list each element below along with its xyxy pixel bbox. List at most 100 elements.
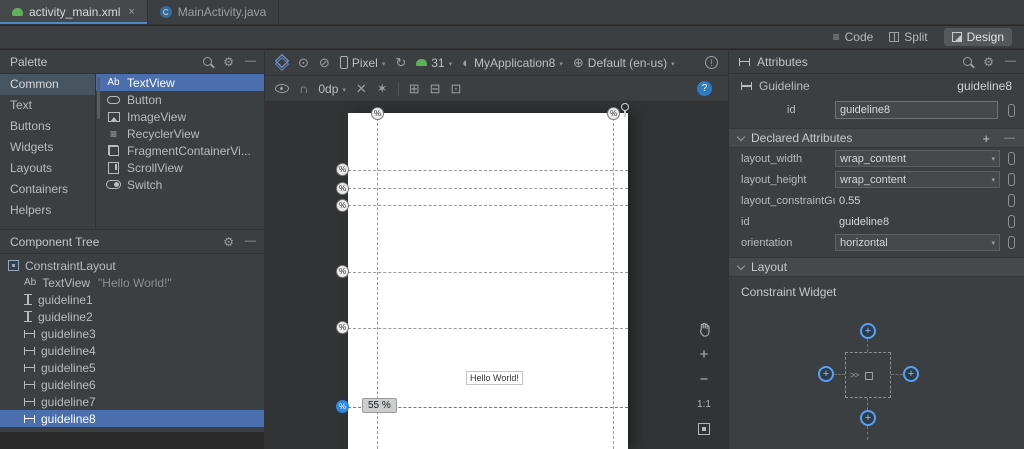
pin-icon[interactable] bbox=[621, 103, 629, 117]
layout-section-header[interactable]: Layout bbox=[729, 257, 1024, 277]
clear-constraints-icon[interactable]: ✕ bbox=[356, 82, 367, 95]
pack-icon[interactable]: ⊞ bbox=[409, 82, 420, 95]
resource-picker-icon[interactable] bbox=[1008, 152, 1015, 165]
resource-picker-icon[interactable] bbox=[1008, 194, 1015, 207]
zoom-out-button[interactable]: − bbox=[694, 370, 714, 388]
device-selector[interactable]: Pixel ▾ bbox=[339, 56, 385, 70]
guideline-percent-anchor[interactable]: % bbox=[336, 265, 349, 278]
scrollbar[interactable] bbox=[97, 77, 100, 119]
tree-item-guideline2[interactable]: guideline2 bbox=[0, 308, 264, 325]
palette-category-layouts[interactable]: Layouts bbox=[0, 158, 95, 179]
search-icon[interactable] bbox=[963, 57, 973, 66]
tab-mainactivity-java[interactable]: C MainActivity.java bbox=[148, 0, 280, 24]
guidelines-icon[interactable]: ⊡ bbox=[451, 82, 462, 95]
orientation-dropdown[interactable]: horizontal ▾ bbox=[835, 234, 1000, 251]
guideline-percent-anchor[interactable]: % bbox=[336, 182, 349, 195]
gear-icon[interactable]: ⚙ bbox=[223, 56, 234, 68]
default-margins-selector[interactable]: 0dp ▾ bbox=[318, 82, 346, 96]
orientation-icon[interactable]: ↻ bbox=[395, 56, 406, 69]
gear-icon[interactable]: ⚙ bbox=[983, 56, 994, 68]
horizontal-guideline[interactable] bbox=[348, 328, 628, 329]
palette-item-imageview[interactable]: ImageView bbox=[96, 108, 264, 125]
code-mode-button[interactable]: ≡ Code bbox=[833, 30, 874, 44]
tree-item-constraintlayout[interactable]: ConstraintLayout bbox=[0, 257, 264, 274]
horizontal-guideline[interactable] bbox=[348, 188, 628, 189]
minimize-icon[interactable]: — bbox=[245, 56, 256, 67]
horizontal-guideline[interactable] bbox=[348, 272, 628, 273]
split-mode-button[interactable]: Split bbox=[889, 30, 928, 44]
remove-attribute-button[interactable]: — bbox=[1004, 132, 1015, 144]
tab-activity-main-xml[interactable]: activity_main.xml × bbox=[0, 0, 148, 24]
tree-item-guideline4[interactable]: guideline4 bbox=[0, 342, 264, 359]
palette-category-buttons[interactable]: Buttons bbox=[0, 116, 95, 137]
theme-selector[interactable]: ◐ MyApplication8 ▾ bbox=[462, 56, 563, 70]
view-options-icon[interactable] bbox=[275, 84, 289, 93]
guideline-percent-anchor[interactable]: % bbox=[607, 107, 620, 120]
guideline-percent-anchor[interactable]: % bbox=[336, 199, 349, 212]
tree-item-guideline8[interactable]: guideline8 bbox=[0, 410, 264, 427]
resource-picker-icon[interactable] bbox=[1008, 236, 1015, 249]
constraint-anchor-right[interactable]: + bbox=[903, 366, 919, 382]
palette-item-recyclerview[interactable]: ≡ RecyclerView bbox=[96, 125, 264, 142]
tree-item-guideline1[interactable]: guideline1 bbox=[0, 291, 264, 308]
palette-category-containers[interactable]: Containers bbox=[0, 179, 95, 200]
zoom-to-fit-button[interactable] bbox=[694, 420, 714, 438]
locale-selector[interactable]: ⊕ Default (en-us) ▾ bbox=[573, 56, 675, 70]
palette-category-text[interactable]: Text bbox=[0, 95, 95, 116]
palette-item-scrollview[interactable]: ScrollView bbox=[96, 159, 264, 176]
resource-picker-icon[interactable] bbox=[1008, 173, 1015, 186]
resource-picker-icon[interactable] bbox=[1008, 215, 1015, 228]
horizontal-guideline[interactable] bbox=[348, 205, 628, 206]
help-icon[interactable]: ? bbox=[697, 81, 712, 96]
constraint-guide-value[interactable]: 0.55 bbox=[835, 192, 1000, 209]
issues-icon[interactable]: ! bbox=[705, 56, 718, 69]
pan-hand-icon[interactable] bbox=[694, 320, 714, 338]
minimize-icon[interactable]: — bbox=[1005, 56, 1016, 67]
minimize-icon[interactable]: — bbox=[245, 236, 256, 247]
palette-item-button[interactable]: Button bbox=[96, 91, 264, 108]
guideline-percent-anchor[interactable]: % bbox=[336, 321, 349, 334]
vertical-guideline[interactable] bbox=[613, 113, 614, 449]
palette-item-fragmentcontainerview[interactable]: FragmentContainerVi... bbox=[96, 142, 264, 159]
textview-hello-world[interactable]: Hello World! bbox=[466, 371, 523, 385]
constraint-anchor-top[interactable]: + bbox=[860, 323, 876, 339]
close-icon[interactable]: × bbox=[128, 6, 134, 18]
palette-item-switch[interactable]: Switch bbox=[96, 176, 264, 193]
tree-item-guideline3[interactable]: guideline3 bbox=[0, 325, 264, 342]
palette-category-common[interactable]: Common bbox=[0, 74, 95, 95]
infer-constraints-icon[interactable]: ✶ bbox=[377, 82, 388, 95]
declared-attributes-section-header[interactable]: Declared Attributes + — bbox=[729, 128, 1024, 148]
tree-item-guideline6[interactable]: guideline6 bbox=[0, 376, 264, 393]
tree-item-guideline5[interactable]: guideline5 bbox=[0, 359, 264, 376]
api-level-selector[interactable]: 31 ▾ bbox=[416, 56, 452, 70]
palette-category-helpers[interactable]: Helpers bbox=[0, 200, 95, 221]
add-attribute-button[interactable]: + bbox=[982, 132, 990, 145]
constraint-anchor-left[interactable]: + bbox=[818, 366, 834, 382]
layers-icon[interactable] bbox=[275, 56, 288, 69]
horizontal-guideline[interactable] bbox=[348, 170, 628, 171]
id-input[interactable] bbox=[835, 101, 998, 119]
align-icon[interactable]: ⊟ bbox=[430, 82, 441, 95]
layout-width-dropdown[interactable]: wrap_content ▾ bbox=[835, 150, 1000, 167]
guideline-percent-anchor[interactable]: % bbox=[371, 107, 384, 120]
night-mode-icon[interactable]: ⊘ bbox=[319, 56, 330, 69]
layout-height-dropdown[interactable]: wrap_content ▾ bbox=[835, 171, 1000, 188]
zoom-ratio-button[interactable]: 1:1 bbox=[694, 395, 714, 413]
tree-item-textview[interactable]: Ab TextView "Hello World!" bbox=[0, 274, 264, 291]
id-value[interactable]: guideline8 bbox=[835, 213, 1000, 230]
palette-category-widgets[interactable]: Widgets bbox=[0, 137, 95, 158]
resource-picker-icon[interactable] bbox=[1008, 104, 1015, 117]
design-surface-icon[interactable]: ⊙ bbox=[298, 56, 309, 69]
constraint-anchor-bottom[interactable]: + bbox=[860, 410, 876, 426]
tree-item-guideline7[interactable]: guideline7 bbox=[0, 393, 264, 410]
selected-guideline-percent-anchor[interactable]: % bbox=[336, 400, 349, 413]
guideline-percent-anchor[interactable]: % bbox=[336, 163, 349, 176]
zoom-in-button[interactable]: + bbox=[694, 345, 714, 363]
design-mode-button[interactable]: Design bbox=[943, 28, 1012, 46]
search-icon[interactable] bbox=[203, 57, 213, 66]
design-surface[interactable]: Hello World! % % % % % % % % 55 % + − 1:… bbox=[265, 102, 728, 449]
gear-icon[interactable]: ⚙ bbox=[223, 236, 234, 248]
attributes-panel-icon bbox=[739, 57, 750, 66]
palette-item-textview[interactable]: Ab TextView bbox=[96, 74, 264, 91]
autoconnect-magnet-icon[interactable]: ∩ bbox=[299, 82, 308, 95]
